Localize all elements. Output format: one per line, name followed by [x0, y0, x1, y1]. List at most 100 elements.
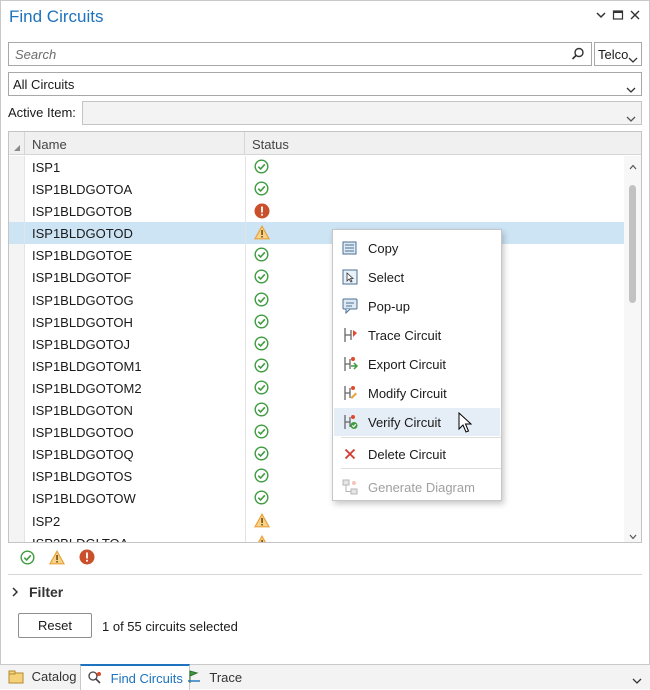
active-item-label: Active Item:	[8, 105, 76, 120]
table-row[interactable]: ISP1BLDGOTOA	[9, 178, 624, 201]
chevron-down-icon[interactable]	[592, 8, 610, 26]
row-selector[interactable]	[9, 443, 25, 466]
menu-item-label: Trace Circuit	[368, 328, 442, 343]
circuit-name: ISP1BLDGOTOM2	[25, 376, 246, 400]
status-ok-icon	[254, 269, 269, 287]
status-warning-icon	[253, 512, 271, 531]
row-selector[interactable]	[9, 354, 25, 377]
menu-item-verify-circuit[interactable]: Verify Circuit	[334, 408, 500, 436]
status-ok-icon	[254, 490, 269, 508]
menu-item-label: Verify Circuit	[368, 415, 441, 430]
circuit-name: ISP1BLDGOTOB	[25, 200, 246, 223]
table-row[interactable]: ISP1BLDGOTOB	[9, 200, 624, 223]
scrollbar-thumb[interactable]	[629, 185, 636, 303]
column-header-name[interactable]: Name	[25, 132, 245, 155]
tab-find-circuits[interactable]: Find Circuits	[80, 664, 190, 690]
table-row[interactable]: ISP2	[9, 509, 624, 532]
filter-section-toggle[interactable]: Filter	[11, 584, 63, 600]
chevron-down-icon	[628, 52, 638, 67]
popup-icon	[342, 298, 358, 315]
circuit-filter-value: All Circuits	[13, 77, 75, 92]
table-row[interactable]: ISP1BLDGOTOG	[9, 288, 624, 311]
row-selector[interactable]	[9, 399, 25, 422]
tab-label: Trace	[209, 670, 243, 685]
scroll-down-icon[interactable]	[629, 532, 637, 542]
row-selector[interactable]	[9, 266, 25, 289]
table-row[interactable]: ISP1BLDGOTOM1	[9, 354, 624, 377]
status-cell	[246, 156, 624, 178]
row-selector[interactable]	[9, 288, 25, 311]
menu-item-delete-circuit[interactable]: Delete Circuit	[334, 440, 500, 468]
search-icon[interactable]	[571, 47, 585, 64]
reset-button[interactable]: Reset	[18, 613, 92, 638]
status-ok-icon	[254, 380, 269, 398]
table-row[interactable]: ISP1BLDGOTOE	[9, 244, 624, 267]
status-warning-icon	[254, 534, 270, 542]
menu-item-label: Generate Diagram	[368, 480, 475, 495]
row-selector[interactable]	[9, 222, 25, 245]
status-ok-icon	[254, 358, 269, 376]
circuit-name: ISP1BLDGOTOD	[25, 222, 246, 245]
legend-warning-icon[interactable]	[48, 549, 66, 568]
menu-item-label: Delete Circuit	[368, 447, 447, 462]
column-header-status[interactable]: Status	[246, 132, 624, 155]
table-row[interactable]: ISP1BLDGOTOS	[9, 465, 624, 488]
row-selector[interactable]	[9, 156, 25, 179]
search-input[interactable]	[9, 43, 564, 65]
table-row[interactable]: ISP1BLDGOTOH	[9, 310, 624, 333]
chevron-down-icon[interactable]	[632, 673, 642, 688]
table-row[interactable]: ISP1BLDGOTOW	[9, 487, 624, 510]
menu-item-label: Copy	[368, 241, 399, 256]
table-row[interactable]: ISP1BLDGOTOD	[9, 222, 624, 245]
maximize-icon[interactable]	[609, 8, 627, 26]
chevron-down-icon	[626, 82, 636, 97]
menu-item-trace-circuit[interactable]: Trace Circuit	[334, 321, 500, 349]
legend-error-icon[interactable]	[79, 549, 95, 568]
row-selector[interactable]	[9, 332, 25, 355]
table-row[interactable]: ISP1BLDGOTOQ	[9, 443, 624, 466]
menu-item-copy[interactable]: Copy	[334, 234, 500, 262]
row-selector[interactable]	[9, 310, 25, 333]
circuit-name: ISP1BLDGOTOH	[25, 310, 246, 333]
table-row[interactable]: ISP1BLDGOTOF	[9, 266, 624, 289]
row-selector[interactable]	[9, 376, 25, 400]
table-row[interactable]: ISP1BLDGOTOM2	[9, 376, 624, 400]
catalog-icon	[8, 669, 32, 684]
menu-item-label: Pop-up	[368, 299, 410, 314]
table-row[interactable]: ISP2BLDGLTOA	[9, 531, 624, 542]
menu-item-modify-circuit[interactable]: Modify Circuit	[334, 379, 500, 407]
scroll-up-icon[interactable]	[629, 162, 637, 172]
tab-trace[interactable]: Trace	[180, 665, 248, 689]
menu-item-export-circuit[interactable]: Export Circuit	[334, 350, 500, 378]
row-selector[interactable]	[9, 487, 25, 510]
menu-item-select[interactable]: Select	[334, 263, 500, 291]
row-selector[interactable]	[9, 244, 25, 267]
domain-select[interactable]: Telco	[594, 42, 642, 66]
select-all-cell[interactable]	[9, 132, 25, 155]
table-row[interactable]: ISP1	[9, 156, 624, 179]
row-selector[interactable]	[9, 178, 25, 201]
row-selector[interactable]	[9, 531, 25, 542]
trace-circuit-icon	[342, 327, 358, 343]
filter-label: Filter	[29, 584, 64, 600]
circuit-name: ISP2BLDGLTOA	[25, 531, 246, 542]
row-selector[interactable]	[9, 509, 25, 532]
row-selector[interactable]	[9, 421, 25, 444]
tab-label: Catalog	[31, 669, 77, 684]
status-ok-icon	[254, 336, 269, 354]
status-warning-icon	[253, 225, 271, 243]
legend-ok-icon[interactable]	[20, 550, 35, 568]
row-selector[interactable]	[9, 200, 25, 223]
tab-catalog[interactable]: Catalog	[2, 665, 82, 689]
select-icon	[342, 269, 358, 285]
menu-item-pop-up[interactable]: Pop-up	[334, 292, 500, 320]
circuit-filter-select[interactable]: All Circuits	[8, 72, 642, 96]
row-selector[interactable]	[9, 465, 25, 488]
vertical-scrollbar[interactable]	[624, 156, 641, 542]
close-icon[interactable]	[626, 8, 644, 26]
table-row[interactable]: ISP1BLDGOTON	[9, 399, 624, 422]
active-item-select[interactable]	[82, 101, 642, 125]
status-ok-icon	[254, 159, 269, 177]
table-row[interactable]: ISP1BLDGOTOO	[9, 421, 624, 444]
table-row[interactable]: ISP1BLDGOTOJ	[9, 332, 624, 355]
